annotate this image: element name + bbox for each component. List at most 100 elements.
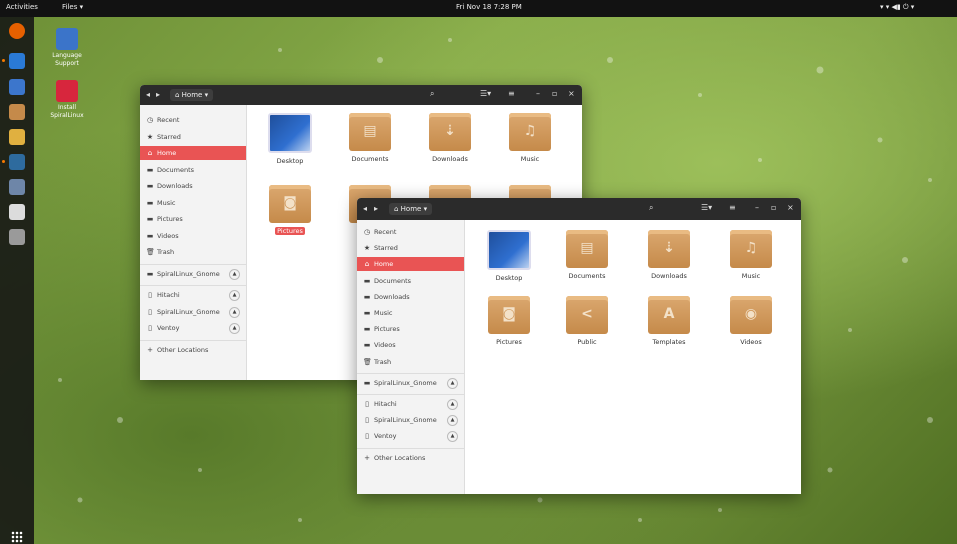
minimize-icon[interactable]: –	[536, 89, 540, 98]
sidebar-item-icon: 🗑	[146, 248, 155, 256]
menu-icon[interactable]: ≡	[508, 89, 515, 98]
clock[interactable]: Fri Nov 18 7:28 PM	[456, 3, 522, 11]
system-status-menu[interactable]: ▾ ▾ ◀▮ ⏻ ▾	[880, 3, 914, 12]
sidebar-item-downloads[interactable]: ▬ Downloads	[357, 290, 464, 304]
minimize-icon[interactable]: –	[755, 203, 759, 212]
folder-desktop[interactable]: Desktop	[260, 113, 320, 165]
thunderbird-icon[interactable]	[9, 53, 25, 69]
close-icon[interactable]: ×	[787, 203, 794, 212]
files-dock-icon[interactable]	[9, 104, 25, 120]
sidebar-item-recent[interactable]: ◷ Recent	[140, 113, 246, 127]
sidebar-item-videos[interactable]: ▬ Videos	[357, 338, 464, 352]
sidebar-item-hitachi[interactable]: ▯ Hitachi ▲	[140, 288, 246, 302]
sidebar-item-recent[interactable]: ◷ Recent	[357, 225, 464, 239]
sidebar-item-icon: ▬	[363, 325, 371, 334]
photos-icon[interactable]	[9, 129, 25, 145]
trash-icon[interactable]	[9, 229, 25, 245]
eject-icon[interactable]: ▲	[447, 399, 458, 410]
desktop-icon-language-support[interactable]: Language Support	[37, 28, 97, 68]
sidebar-item-home[interactable]: ⌂ Home	[357, 257, 464, 272]
forward-arrow-icon[interactable]: ▸	[374, 204, 378, 213]
eject-icon[interactable]: ▲	[447, 415, 458, 427]
folder-desktop[interactable]: Desktop	[479, 230, 539, 282]
sidebar-item-icon: ⌂	[364, 260, 370, 269]
sidebar-item-ventoy[interactable]: ▯ Ventoy ▲	[357, 429, 464, 443]
sidebar-item-trash[interactable]: 🗑 Trash	[140, 245, 246, 259]
view-toggle-icon[interactable]: ☰▾	[701, 203, 712, 212]
close-icon[interactable]: ×	[568, 89, 575, 98]
maximize-icon[interactable]: ▫	[552, 89, 557, 98]
firefox-icon[interactable]	[9, 23, 25, 39]
eject-icon[interactable]: ▲	[229, 306, 240, 318]
show-applications-icon[interactable]	[11, 531, 23, 543]
folder-icon: ♫	[509, 113, 551, 151]
sidebar-item-spirallinux-gnome[interactable]: ▯ SpiralLinux_Gnome ▲	[357, 413, 464, 427]
folder-pictures[interactable]: ◙ Pictures	[260, 185, 320, 235]
sidebar-item-music[interactable]: ▬ Music	[140, 196, 246, 210]
folder-templates[interactable]: A Templates	[639, 296, 699, 346]
sidebar-item-label: Other Locations	[374, 453, 426, 462]
search-icon[interactable]: ⌕	[649, 203, 653, 213]
path-bar-home[interactable]: ⌂ Home ▾	[170, 89, 214, 101]
sidebar-item-label: Home	[374, 260, 394, 269]
maximize-icon[interactable]: ▫	[771, 203, 776, 212]
settings-icon[interactable]	[9, 179, 25, 195]
sidebar-item-label: SpiralLinux_Gnome	[157, 307, 220, 316]
software-icon[interactable]	[9, 79, 25, 95]
back-arrow-icon[interactable]: ◂	[363, 204, 367, 213]
sidebar-item-pictures[interactable]: ▬ Pictures	[140, 212, 246, 226]
folder-downloads[interactable]: ⇣ Downloads	[420, 113, 480, 163]
sidebar-item-icon: ▬	[146, 165, 154, 174]
folder-label: Music	[520, 155, 540, 163]
view-toggle-icon[interactable]: ☰▾	[480, 89, 491, 98]
sidebar-item-documents[interactable]: ▬ Documents	[357, 274, 464, 288]
menu-icon[interactable]: ≡	[729, 203, 736, 212]
sidebar-item-downloads[interactable]: ▬ Downloads	[140, 179, 246, 193]
folder-documents[interactable]: ▤ Documents	[340, 113, 400, 163]
files-window-foreground[interactable]: ◂ ▸ ⌂ Home ▾ ⌕ ☰▾ ≡ – ▫ × ◷ Recent ★ Starre…	[357, 198, 801, 494]
folder-documents[interactable]: ▤ Documents	[557, 230, 617, 280]
back-arrow-icon[interactable]: ◂	[146, 90, 150, 99]
sidebar-item-pictures[interactable]: ▬ Pictures	[357, 322, 464, 336]
folder-pictures[interactable]: ◙ Pictures	[479, 296, 539, 346]
sidebar-item-label: Music	[157, 198, 176, 207]
eject-icon[interactable]: ▲	[229, 323, 240, 334]
sidebar-item-starred[interactable]: ★ Starred	[357, 241, 464, 255]
eject-icon[interactable]: ▲	[447, 377, 458, 389]
folder-glyph-icon: ◙	[283, 195, 297, 211]
search-icon[interactable]: ⌕	[430, 89, 434, 99]
sidebar-item-spirallinux-gnome[interactable]: ▯ SpiralLinux_Gnome ▲	[140, 305, 246, 319]
sidebar-item-documents[interactable]: ▬ Documents	[140, 163, 246, 177]
sidebar-item-spirallinux-gnome[interactable]: ▬ SpiralLinux_Gnome ▲	[357, 376, 464, 390]
sidebar-item-other-locations[interactable]: + Other Locations	[140, 343, 246, 357]
forward-arrow-icon[interactable]: ▸	[156, 90, 160, 99]
eject-icon[interactable]: ▲	[447, 431, 458, 443]
eject-icon[interactable]: ▲	[229, 268, 240, 280]
desktop-icon-install[interactable]: Install SpiralLinux	[37, 80, 97, 120]
folder-music[interactable]: ♫ Music	[500, 113, 560, 163]
activities-button[interactable]: Activities	[6, 3, 38, 11]
sidebar: ◷ Recent ★ Starred ⌂ Home ▬ Documents ▬ Downloads…	[140, 105, 247, 380]
sidebar-item-videos[interactable]: ▬ Videos	[140, 229, 246, 243]
sidebar-item-starred[interactable]: ★ Starred	[140, 130, 246, 144]
folder-public[interactable]: < Public	[557, 296, 617, 346]
text-editor-icon[interactable]	[9, 204, 25, 220]
folder-icon: ⇣	[429, 113, 471, 151]
sidebar-item-ventoy[interactable]: ▯ Ventoy ▲	[140, 321, 246, 335]
sidebar-item-icon: ▬	[146, 198, 154, 207]
path-bar-home[interactable]: ⌂ Home ▾	[389, 203, 433, 215]
terminal-icon[interactable]	[9, 154, 25, 170]
sidebar-item-other-locations[interactable]: + Other Locations	[357, 451, 464, 465]
folder-glyph-icon: ◉	[744, 306, 758, 322]
files-app-menu[interactable]: Files ▾	[62, 3, 83, 11]
sidebar-item-trash[interactable]: 🗑 Trash	[357, 355, 464, 369]
sidebar-item-hitachi[interactable]: ▯ Hitachi ▲	[357, 397, 464, 411]
sidebar-item-spirallinux-gnome[interactable]: ▬ SpiralLinux_Gnome ▲	[140, 267, 246, 281]
eject-icon[interactable]: ▲	[229, 290, 240, 301]
folder-downloads[interactable]: ⇣ Downloads	[639, 230, 699, 280]
folder-music[interactable]: ♫ Music	[721, 230, 781, 280]
sidebar-item-icon: ▯	[365, 432, 369, 441]
folder-videos[interactable]: ◉ Videos	[721, 296, 781, 346]
sidebar-item-home[interactable]: ⌂ Home	[140, 146, 246, 160]
sidebar-item-music[interactable]: ▬ Music	[357, 306, 464, 320]
